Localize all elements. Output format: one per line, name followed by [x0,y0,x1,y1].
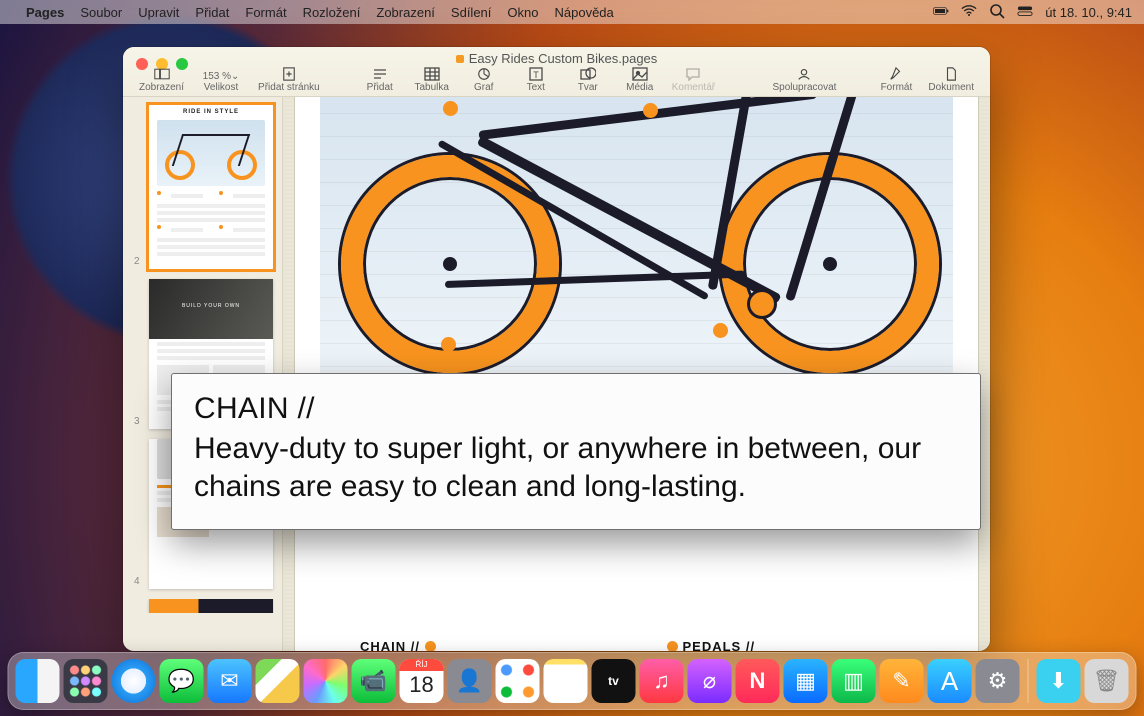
dock-pages-icon[interactable]: ✎ [880,659,924,703]
chain-heading: CHAIN // [360,639,420,651]
window-titlebar: Easy Rides Custom Bikes.pages Zobrazení … [123,47,990,97]
tb-table-button[interactable]: Tabulka [406,67,458,93]
tb-media-label: Média [626,82,653,93]
dock-maps-icon[interactable] [256,659,300,703]
svg-text:T: T [533,70,539,80]
tb-shape-label: Tvar [578,82,598,93]
pages-window: Easy Rides Custom Bikes.pages Zobrazení … [123,47,990,651]
doc-column-chain[interactable]: CHAIN // Heavy-duty to super light, or a… [360,639,607,651]
callout-dot [713,323,728,338]
macos-menubar: Pages Soubor Upravit Přidat Formát Rozlo… [0,0,1144,24]
dock-messages-icon[interactable]: 💬 [160,659,204,703]
dock-settings-icon[interactable]: ⚙︎ [976,659,1020,703]
menu-format[interactable]: Formát [245,5,286,20]
doc-column-pedals[interactable]: PEDALS // Clip-in. Flat. Race worthy. Me… [667,639,914,651]
tb-chart-label: Graf [474,82,493,93]
dock-podcasts-icon[interactable]: ⌀ [688,659,732,703]
chevron-down-icon: ⌄ [231,71,239,82]
tb-document-button[interactable]: Dokument [922,67,980,93]
tb-table-label: Tabulka [415,82,449,93]
dock-news-icon[interactable]: N [736,659,780,703]
dock-finder-icon[interactable] [16,659,60,703]
tb-add-page-button[interactable]: Přidat stránku [252,67,326,93]
hover-title: CHAIN // [194,392,958,426]
dock-keynote-icon[interactable]: ▦ [784,659,828,703]
page-thumbnail-5[interactable] [131,599,274,613]
menu-sdileni[interactable]: Sdílení [451,5,491,20]
dock-music-icon[interactable]: ♫ [640,659,684,703]
tb-insert-label: Přidat [367,82,393,93]
dock-appstore-icon[interactable]: A [928,659,972,703]
thumb3-num: 3 [134,416,140,427]
dock-notes-icon[interactable] [544,659,588,703]
tb-insert-button[interactable]: Přidat [354,67,406,93]
tb-zoom-dropdown[interactable]: 153 %⌄ Velikost [190,71,252,93]
dock-trash-icon[interactable]: 🗑 [1085,659,1129,703]
menu-rozlozeni[interactable]: Rozložení [303,5,361,20]
tb-zoom-label: Velikost [204,82,238,93]
dock-launchpad-icon[interactable] [64,659,108,703]
window-title: Easy Rides Custom Bikes.pages [123,51,990,66]
dock-photos-icon[interactable] [304,659,348,703]
tb-collaborate-button[interactable]: Spolupracovat [766,67,842,93]
tb-text-label: Text [527,82,545,93]
macos-dock: 💬 ✉︎ 📹 ŘÍJ18 👤 tv ♫ ⌀ N ▦ ▥ ✎ A ⚙︎ ⬇︎ 🗑 [8,652,1137,710]
battery-icon[interactable] [933,3,949,22]
tb-media-button[interactable]: Média [614,67,666,93]
control-center-icon[interactable] [1017,3,1033,22]
dock-tv-icon[interactable]: tv [592,659,636,703]
menu-okno[interactable]: Okno [507,5,538,20]
dock-numbers-icon[interactable]: ▥ [832,659,876,703]
menu-upravit[interactable]: Upravit [138,5,179,20]
tb-format-button[interactable]: Formát [870,67,922,93]
tb-add-page-label: Přidat stránku [258,82,320,93]
dock-downloads-icon[interactable]: ⬇︎ [1037,659,1081,703]
menubar-datetime[interactable]: út 18. 10., 9:41 [1045,5,1132,20]
menu-zobrazeni[interactable]: Zobrazení [376,5,435,20]
wifi-icon[interactable] [961,3,977,22]
hover-body: Heavy-duty to super light, or anywhere i… [194,430,958,507]
menu-soubor[interactable]: Soubor [80,5,122,20]
dock-safari-icon[interactable] [112,659,156,703]
menu-pridat[interactable]: Přidat [195,5,229,20]
thumb2-title: RIDE IN STYLE [149,105,273,115]
callout-dot [643,103,658,118]
tb-document-label: Dokument [928,82,974,93]
dock-calendar-icon[interactable]: ŘÍJ18 [400,659,444,703]
dock-mail-icon[interactable]: ✉︎ [208,659,252,703]
dock-contacts-icon[interactable]: 👤 [448,659,492,703]
tb-comment-label: Komentář [672,82,715,93]
toolbar: Zobrazení 153 %⌄ Velikost Přidat stránku… [123,65,990,93]
page-thumbnail-2[interactable]: RIDE IN STYLE 2 [131,105,274,269]
menu-app[interactable]: Pages [26,5,64,20]
bike-illustration [345,97,935,381]
menubar-status-area: út 18. 10., 9:41 [933,3,1132,22]
tb-format-label: Formát [881,82,913,93]
tb-view-button[interactable]: Zobrazení [133,67,190,93]
spotlight-icon[interactable] [989,3,1005,22]
tb-chart-button[interactable]: Graf [458,67,510,93]
menu-napoveda[interactable]: Nápověda [554,5,613,20]
tb-collab-label: Spolupracovat [772,82,836,93]
tb-comment-button: Komentář [666,67,721,93]
tb-text-button[interactable]: T Text [510,67,562,93]
dock-facetime-icon[interactable]: 📹 [352,659,396,703]
callout-dot [443,101,458,116]
callout-dot [441,337,456,352]
thumb4-num: 4 [134,576,140,587]
dock-reminders-icon[interactable] [496,659,540,703]
thumb2-num: 2 [134,256,140,267]
thumb3-title: BUILD YOUR OWN [149,279,273,309]
tb-shape-button[interactable]: Tvar [562,67,614,93]
tb-view-label: Zobrazení [139,82,184,93]
accessibility-hover-text: CHAIN // Heavy-duty to super light, or a… [171,373,981,530]
pedals-heading: PEDALS // [683,639,756,651]
